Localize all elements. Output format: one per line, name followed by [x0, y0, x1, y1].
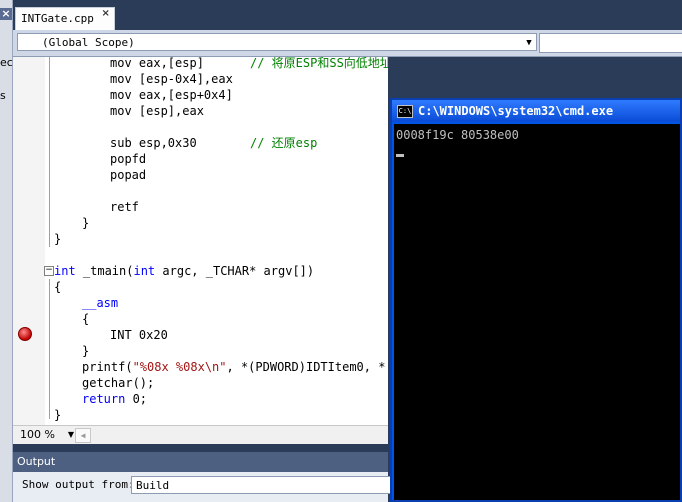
code-line: sub esp,0x30: [110, 136, 197, 150]
cmd-title-bar[interactable]: C:\ C:\WINDOWS\system32\cmd.exe: [392, 100, 680, 122]
fold-guide-line: [49, 57, 50, 247]
chevron-down-icon[interactable]: ▼: [68, 427, 74, 442]
editor-status-bar: 100 % ▼ ◀: [13, 425, 388, 444]
document-tab-bar: INTGate.cpp ×: [13, 0, 682, 31]
output-source-label: Show output from:: [22, 478, 135, 491]
strip-label-mid: s: [0, 89, 6, 102]
code-line: return 0;: [82, 392, 148, 406]
output-toolbar: Show output from: Build: [13, 472, 391, 502]
member-dropdown[interactable]: [539, 33, 682, 53]
code-line: }: [54, 232, 62, 246]
code-line: mov eax,[esp+0x4]: [110, 88, 233, 102]
cmd-window[interactable]: C:\ C:\WINDOWS\system32\cmd.exe 0008f19c…: [390, 98, 682, 502]
code-line: mov [esp-0x4],eax: [110, 72, 233, 86]
collapse-icon[interactable]: −: [44, 266, 54, 276]
console-cursor: [396, 154, 404, 157]
cmd-window-title: C:\WINDOWS\system32\cmd.exe: [418, 104, 614, 118]
code-line: getchar();: [82, 376, 155, 390]
tab-intgate-cpp[interactable]: INTGate.cpp ×: [15, 7, 115, 31]
code-line: }: [54, 408, 62, 422]
code-line: mov eax,[esp]: [110, 57, 204, 70]
scope-dropdown[interactable]: (Global Scope) ▼: [17, 33, 537, 51]
code-line: __asm: [82, 296, 119, 310]
zoom-level: 100 %: [20, 428, 55, 441]
code-comment: // 还原esp: [250, 136, 318, 150]
breakpoint-icon[interactable]: [18, 327, 32, 341]
close-icon[interactable]: ×: [0, 8, 12, 20]
cmd-icon[interactable]: C:\: [397, 105, 413, 118]
code-line: mov [esp],eax: [110, 104, 204, 118]
code-line: retf: [110, 200, 139, 214]
code-editor[interactable]: − mov eax,[esp] // 将原ESP和SS向低地址移动4字节 mov…: [13, 57, 388, 425]
code-comment: // 将原ESP和SS向低地址移动4字节: [250, 57, 388, 70]
code-line-main-signature: int _tmain(int argc, _TCHAR* argv[]): [54, 264, 315, 278]
chevron-down-icon[interactable]: ▼: [522, 34, 536, 50]
console-output: 0008f19c 80538e00: [396, 128, 519, 142]
editor-gutter: [13, 57, 45, 425]
code-line: popad: [110, 168, 147, 182]
code-line: {: [54, 280, 62, 294]
output-panel-title: Output: [13, 452, 388, 472]
strip-label-top: ec: [0, 56, 13, 69]
zoom-dropdown[interactable]: 100 % ▼: [17, 427, 76, 442]
console-screen[interactable]: 0008f19c 80538e00: [394, 124, 680, 500]
code-line: popfd: [110, 152, 147, 166]
scroll-left-icon[interactable]: ◀: [75, 428, 91, 443]
code-line: {: [82, 312, 90, 326]
code-line: }: [82, 344, 90, 358]
output-source-dropdown[interactable]: Build: [131, 476, 391, 494]
solution-explorer-strip: × ec s: [0, 0, 13, 502]
fold-guide-line: [49, 279, 50, 419]
tab-title: INTGate.cpp: [21, 12, 94, 25]
code-line: }: [82, 216, 90, 230]
code-line-breakpoint: INT 0x20: [110, 328, 168, 342]
navigation-bar: (Global Scope) ▼: [13, 30, 682, 57]
tab-close-icon[interactable]: ×: [101, 8, 109, 19]
code-line-printf: printf("%08x %08x\n", *(PDWORD)IDTItem0,…: [82, 360, 388, 374]
output-panel: Output Show output from: Build: [13, 452, 391, 502]
scope-selected: (Global Scope): [42, 36, 135, 49]
